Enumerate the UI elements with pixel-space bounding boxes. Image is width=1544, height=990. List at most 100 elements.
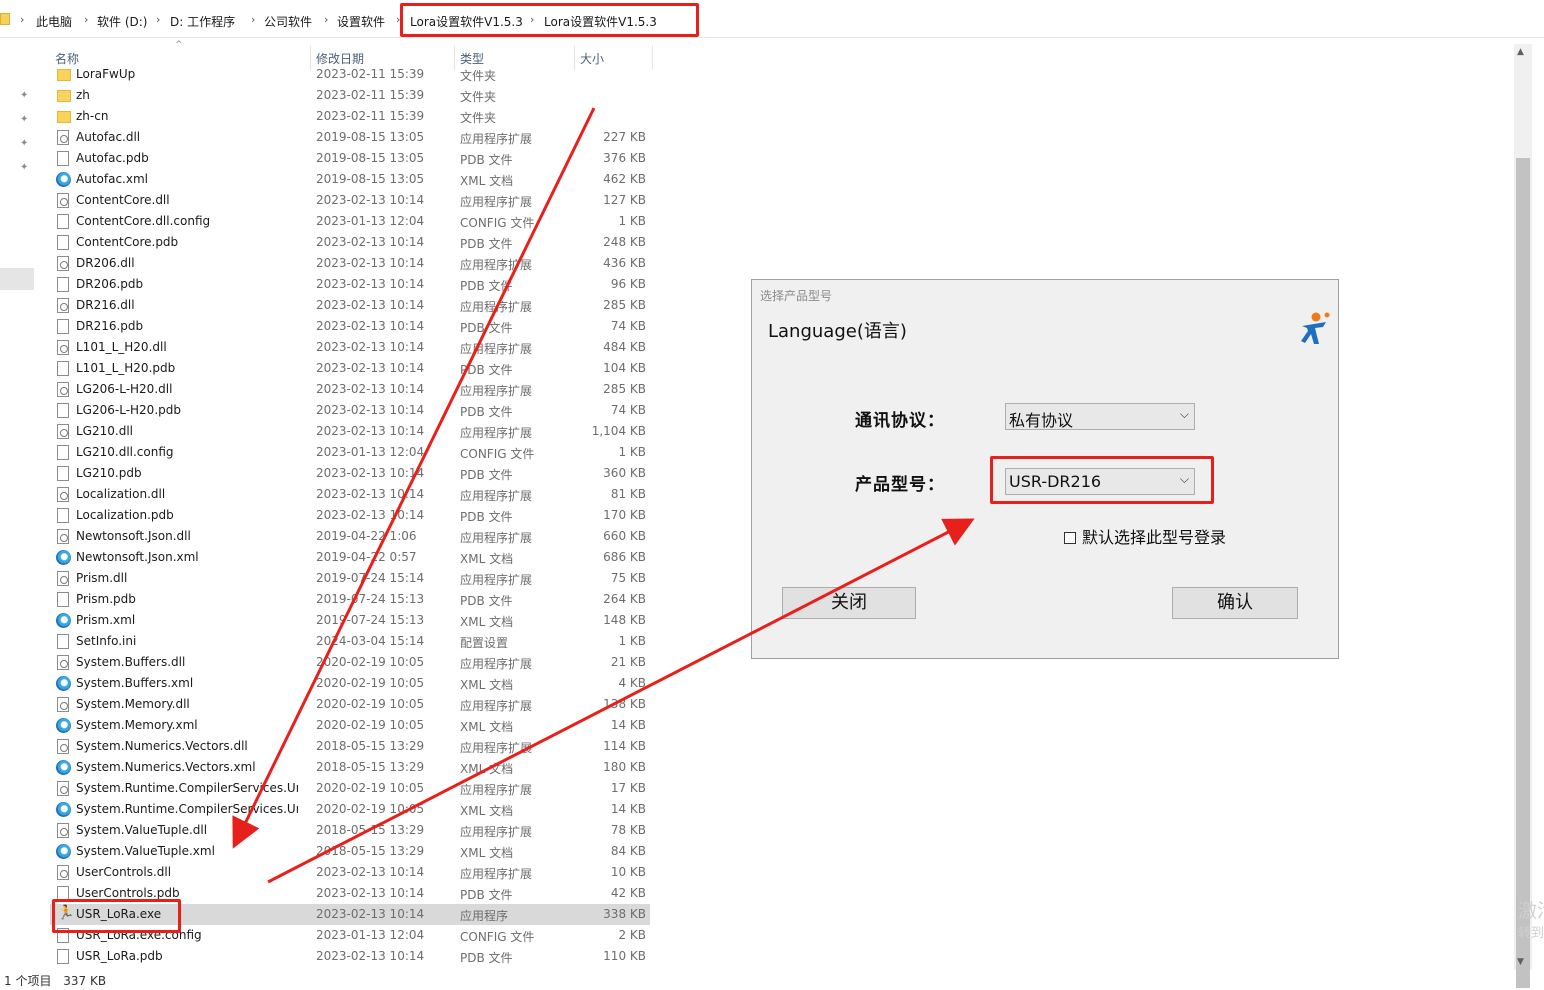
file-row[interactable]: Newtonsoft.Json.xml 2019-04-22 0:57 XML 文档… <box>50 547 650 568</box>
file-row[interactable]: Prism.pdb 2019-07-24 15:13 PDB 文件 264 KB <box>50 589 650 610</box>
file-row[interactable]: System.Numerics.Vectors.dll 2018-05-15 13… <box>50 736 650 757</box>
nav-item-selected[interactable] <box>0 268 34 290</box>
file-size: 1,104 KB <box>591 424 646 438</box>
file-row[interactable]: Prism.xml 2019-07-24 15:13 XML 文档 148 KB <box>50 610 650 631</box>
file-size: 1 KB <box>618 445 646 459</box>
file-row[interactable]: UserControls.dll 2023-02-13 10:14 应用程序扩展 10… <box>50 862 650 883</box>
file-row[interactable]: LG206-L-H20.dll 2023-02-13 10:14 应用程序扩展 285… <box>50 379 650 400</box>
file-name: zh <box>76 88 90 102</box>
file-row[interactable]: DR216.pdb 2023-02-13 10:14 PDB 文件 74 KB <box>50 316 650 337</box>
file-row[interactable]: System.Memory.xml 2020-02-19 10:05 XML 文档 1… <box>50 715 650 736</box>
file-row[interactable]: System.Buffers.dll 2020-02-19 10:05 应用程序扩展… <box>50 652 650 673</box>
file-row[interactable]: LoraFwUp 2023-02-11 15:39 文件夹 <box>50 64 650 85</box>
file-row[interactable]: Autofac.xml 2019-08-15 13:05 XML 文档 462 KB <box>50 169 650 190</box>
file-date: 2019-07-24 15:14 <box>316 571 425 585</box>
file-row[interactable]: LG210.dll.config 2023-01-13 12:04 CONFIG 文… <box>50 442 650 463</box>
checkbox-box[interactable] <box>1064 532 1076 544</box>
file-row[interactable]: LG206-L-H20.pdb 2023-02-13 10:14 PDB 文件 74 … <box>50 400 650 421</box>
file-size: 376 KB <box>603 151 646 165</box>
usr-logo-icon <box>1301 312 1330 344</box>
file-row[interactable]: System.Buffers.xml 2020-02-19 10:05 XML 文档… <box>50 673 650 694</box>
file-row[interactable]: System.Memory.dll 2020-02-19 10:05 应用程序扩展 1… <box>50 694 650 715</box>
file-name: LG210.dll <box>76 424 133 438</box>
file-date: 2023-02-13 10:14 <box>316 424 425 438</box>
file-type: 应用程序扩展 <box>460 573 533 587</box>
file-row[interactable]: LG210.dll 2023-02-13 10:14 应用程序扩展 1,104 KB <box>50 421 650 442</box>
breadcrumb-work-programs[interactable]: D: 工作程序 <box>170 13 235 30</box>
file-type: CONFIG 文件 <box>460 216 535 230</box>
pin-icon[interactable]: ✦ <box>20 91 30 101</box>
file-row[interactable]: LG210.pdb 2023-02-13 10:14 PDB 文件 360 KB <box>50 463 650 484</box>
file-date: 2023-02-13 10:14 <box>316 277 425 291</box>
breadcrumb-drive-d[interactable]: 软件 (D:) <box>97 13 147 30</box>
vertical-scrollbar[interactable]: ▲ ▼ <box>1514 44 1532 988</box>
language-link[interactable]: Language(语言) <box>768 317 907 343</box>
protocol-select[interactable]: 私有协议 ⌵ <box>1005 403 1195 430</box>
file-row[interactable]: System.Numerics.Vectors.xml 2018-05-15 13… <box>50 757 650 778</box>
file-row[interactable]: System.Runtime.CompilerServices.Un... 202… <box>50 799 650 820</box>
file-row[interactable]: Autofac.dll 2019-08-15 13:05 应用程序扩展 227 KB <box>50 127 650 148</box>
file-row[interactable]: Localization.dll 2023-02-13 10:14 应用程序扩展 81… <box>50 484 650 505</box>
file-row[interactable]: ContentCore.dll 2023-02-13 10:14 应用程序扩展 127… <box>50 190 650 211</box>
file-row[interactable]: L101_L_H20.dll 2023-02-13 10:14 应用程序扩展 484 … <box>50 337 650 358</box>
breadcrumb-settings-software[interactable]: 设置软件 <box>337 13 385 30</box>
file-row[interactable]: L101_L_H20.pdb 2023-02-13 10:14 PDB 文件 104 … <box>50 358 650 379</box>
file-type: PDB 文件 <box>460 363 513 377</box>
file-icon <box>57 949 69 964</box>
file-icon <box>57 634 69 649</box>
file-icon <box>57 466 69 481</box>
file-type: PDB 文件 <box>460 321 513 335</box>
file-name: Prism.xml <box>76 613 136 627</box>
file-name: LG210.pdb <box>76 466 142 480</box>
address-bar[interactable]: › 此电脑 › 软件 (D:) › D: 工作程序 › 公司软件 › 设置软件 … <box>0 0 1544 38</box>
file-row[interactable]: ContentCore.pdb 2023-02-13 10:14 PDB 文件 248… <box>50 232 650 253</box>
protocol-select-value: 私有协议 <box>1009 411 1074 430</box>
file-name: LG206-L-H20.dll <box>76 382 173 396</box>
file-name: System.ValueTuple.dll <box>76 823 208 837</box>
file-date: 2023-02-11 15:39 <box>316 88 425 102</box>
pin-icon[interactable]: ✦ <box>20 163 30 173</box>
file-row[interactable]: Newtonsoft.Json.dll 2019-04-22 1:06 应用程序扩展… <box>50 526 650 547</box>
file-size: 14 KB <box>610 718 646 732</box>
breadcrumb-this-pc[interactable]: 此电脑 <box>36 13 72 30</box>
file-name: UserControls.dll <box>76 865 172 879</box>
file-icon <box>57 445 69 460</box>
file-row[interactable]: DR206.dll 2023-02-13 10:14 应用程序扩展 436 KB <box>50 253 650 274</box>
file-name: System.Numerics.Vectors.xml <box>76 760 256 774</box>
file-row[interactable]: Prism.dll 2019-07-24 15:14 应用程序扩展 75 KB <box>50 568 650 589</box>
file-row[interactable]: System.Runtime.CompilerServices.Un... 202… <box>50 778 650 799</box>
file-date: 2024-03-04 15:14 <box>316 634 425 648</box>
file-row[interactable]: Localization.pdb 2023-02-13 10:14 PDB 文件 17… <box>50 505 650 526</box>
file-row[interactable]: USR_LoRa.pdb 2023-02-13 10:14 PDB 文件 110 KB <box>50 946 650 967</box>
file-type: XML 文档 <box>460 552 514 566</box>
file-date: 2023-01-13 12:04 <box>316 214 425 228</box>
close-button[interactable]: 关闭 <box>782 587 916 619</box>
file-type: 配置设置 <box>460 636 509 650</box>
file-row[interactable]: zh-cn 2023-02-11 15:39 文件夹 <box>50 106 650 127</box>
pin-icon[interactable]: ✦ <box>20 115 30 125</box>
select-model-dialog: 选择产品型号 Language(语言) 通讯协议： 私有协议 ⌵ 产品型号： U… <box>751 279 1339 659</box>
file-row[interactable]: DR216.dll 2023-02-13 10:14 应用程序扩展 285 KB <box>50 295 650 316</box>
file-row[interactable]: System.ValueTuple.dll 2018-05-15 13:29 应用程… <box>50 820 650 841</box>
file-date: 2019-07-24 15:13 <box>316 592 425 606</box>
scroll-up-arrow-icon[interactable]: ▲ <box>1517 47 1524 57</box>
file-size: 14 KB <box>610 802 646 816</box>
file-row[interactable]: DR206.pdb 2023-02-13 10:14 PDB 文件 96 KB <box>50 274 650 295</box>
annotation-box-model <box>990 456 1214 504</box>
file-name: ContentCore.pdb <box>76 235 179 249</box>
confirm-button[interactable]: 确认 <box>1172 587 1298 619</box>
pin-icon[interactable]: ✦ <box>20 139 30 149</box>
breadcrumb-company-software[interactable]: 公司软件 <box>264 13 312 30</box>
scroll-down-arrow-icon[interactable]: ▼ <box>1517 957 1524 967</box>
file-row[interactable]: Autofac.pdb 2019-08-15 13:05 PDB 文件 376 KB <box>50 148 650 169</box>
file-type: 应用程序扩展 <box>460 300 533 314</box>
scrollbar-thumb[interactable] <box>1516 158 1530 988</box>
file-row[interactable]: ContentCore.dll.config 2023-01-13 12:04 CO… <box>50 211 650 232</box>
file-row[interactable]: zh 2023-02-11 15:39 文件夹 <box>50 85 650 106</box>
chevron-right-icon: › <box>324 13 329 26</box>
file-name: Newtonsoft.Json.dll <box>76 529 191 543</box>
default-model-checkbox[interactable]: 默认选择此型号登录 <box>1064 524 1226 548</box>
file-row[interactable]: System.ValueTuple.xml 2018-05-15 13:29 XML… <box>50 841 650 862</box>
column-divider[interactable] <box>652 46 653 70</box>
file-row[interactable]: SetInfo.ini 2024-03-04 15:14 配置设置 1 KB <box>50 631 650 652</box>
